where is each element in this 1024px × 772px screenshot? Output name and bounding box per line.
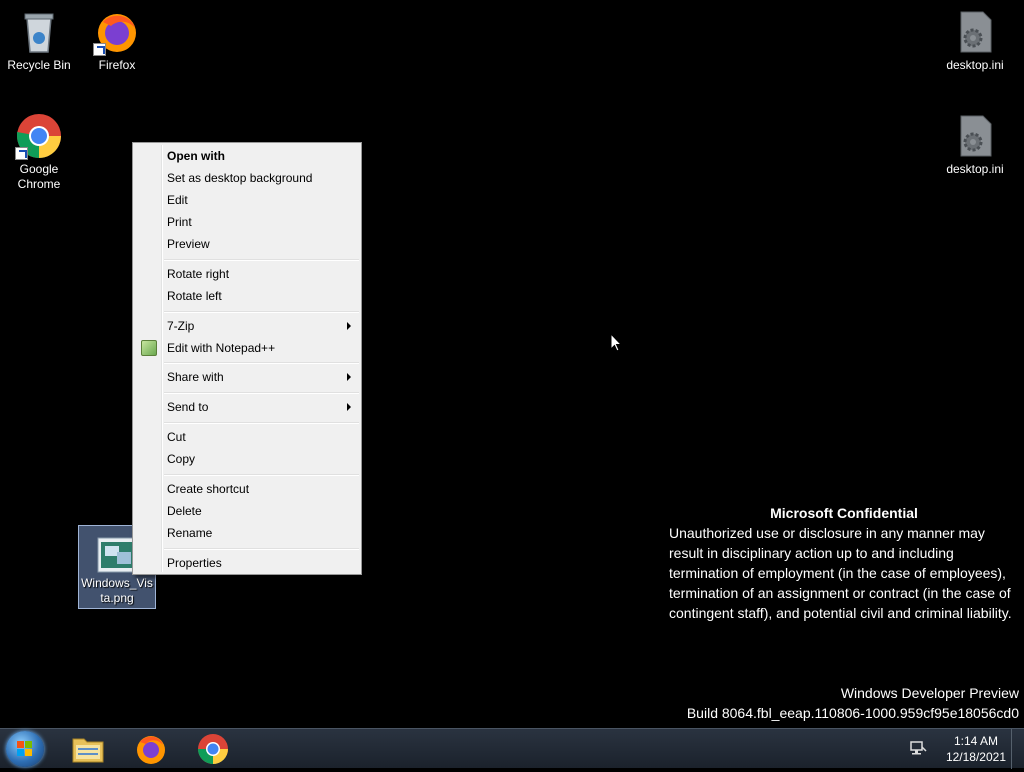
menu-item-edit[interactable]: Edit	[135, 189, 359, 211]
menu-item-open-with[interactable]: Open with	[135, 145, 359, 167]
desktop-icon-label: Recycle Bin	[7, 58, 71, 72]
shortcut-arrow-icon	[93, 43, 106, 56]
submenu-arrow-icon	[347, 322, 351, 330]
menu-separator	[164, 392, 359, 394]
menu-item-label: Edit with Notepad++	[167, 341, 276, 355]
desktop-icon-recycle-bin[interactable]: Recycle Bin	[1, 2, 77, 73]
firefox-icon	[137, 736, 165, 764]
menu-item-create-shortcut[interactable]: Create shortcut	[135, 478, 359, 500]
menu-separator	[164, 362, 359, 364]
taskbar-clock[interactable]: 1:14 AM 12/18/2021	[946, 733, 1006, 765]
desktop-icon-label: desktop.ini	[946, 162, 1004, 176]
menu-separator	[164, 311, 359, 313]
menu-item-label: Properties	[167, 556, 222, 570]
menu-item-cut[interactable]: Cut	[135, 426, 359, 448]
menu-item-delete[interactable]: Delete	[135, 500, 359, 522]
notepad-plus-plus-icon	[141, 340, 157, 356]
taskbar-chrome[interactable]	[189, 731, 237, 767]
mouse-cursor-icon	[610, 332, 624, 358]
menu-item-label: Rename	[167, 526, 213, 540]
menu-item-share-with[interactable]: Share with	[135, 366, 359, 388]
menu-separator	[164, 422, 359, 424]
desktop-icon-desktop-ini-1[interactable]: desktop.ini	[937, 2, 1013, 73]
menu-item-rotate-right[interactable]: Rotate right	[135, 263, 359, 285]
windows-logo-icon	[17, 741, 33, 757]
context-menu: Open with Set as desktop background Edit…	[132, 142, 362, 575]
submenu-arrow-icon	[347, 403, 351, 411]
menu-item-send-to[interactable]: Send to	[135, 396, 359, 418]
chrome-icon	[198, 734, 228, 765]
menu-item-label: Open with	[167, 149, 225, 163]
shortcut-arrow-icon	[15, 147, 28, 160]
menu-item-label: Send to	[167, 400, 209, 414]
menu-item-rename[interactable]: Rename	[135, 522, 359, 544]
build-info: Windows Developer Preview Build 8064.fbl…	[687, 683, 1019, 723]
menu-item-print[interactable]: Print	[135, 211, 359, 233]
desktop-icon-label: Windows_Vista.png	[81, 576, 153, 605]
start-button[interactable]	[6, 731, 44, 767]
taskbar-file-explorer[interactable]	[64, 731, 112, 767]
menu-item-label: Delete	[167, 504, 202, 518]
taskbar-firefox[interactable]	[127, 731, 175, 767]
recycle-bin-icon	[15, 8, 63, 56]
menu-separator	[164, 548, 359, 550]
desktop-icon-desktop-ini-2[interactable]: desktop.ini	[937, 106, 1013, 177]
desktop-icon-firefox[interactable]: Firefox	[79, 2, 155, 73]
confidential-title: Microsoft Confidential	[770, 505, 918, 521]
menu-item-label: Share with	[167, 370, 224, 384]
edition-label: Windows Developer Preview	[840, 685, 1019, 701]
menu-item-preview[interactable]: Preview	[135, 233, 359, 255]
menu-item-label: Set as desktop background	[167, 171, 313, 185]
submenu-arrow-icon	[347, 373, 351, 381]
desktop-icon-chrome[interactable]: Google Chrome	[1, 106, 77, 192]
chrome-icon	[15, 112, 63, 160]
menu-item-label: Rotate left	[167, 289, 222, 303]
menu-item-label: 7-Zip	[167, 319, 195, 333]
menu-item-properties[interactable]: Properties	[135, 552, 359, 574]
firefox-icon	[93, 8, 141, 56]
desktop-icon-label: Firefox	[98, 58, 136, 72]
menu-separator	[164, 474, 359, 476]
system-tray: 1:14 AM 12/18/2021	[909, 729, 1024, 769]
desktop-icon-label: desktop.ini	[946, 58, 1004, 72]
desktop-icon-label: Google Chrome	[17, 162, 61, 191]
menu-item-label: Preview	[167, 237, 210, 251]
menu-item-label: Edit	[167, 193, 188, 207]
build-label: Build 8064.fbl_eeap.110806-1000.959cf95e…	[686, 705, 1019, 721]
settings-file-icon	[951, 8, 999, 56]
confidential-notice: Microsoft Confidential Unauthorized use …	[669, 503, 1019, 623]
show-desktop-button[interactable]	[1011, 729, 1024, 769]
taskbar: 1:14 AM 12/18/2021	[0, 728, 1024, 769]
menu-item-edit-with-notepad[interactable]: Edit with Notepad++	[135, 337, 359, 359]
menu-item-set-desktop-background[interactable]: Set as desktop background	[135, 167, 359, 189]
menu-item-label: Create shortcut	[167, 482, 250, 496]
menu-item-label: Print	[167, 215, 192, 229]
image-file-icon	[97, 536, 137, 574]
menu-item-7-zip[interactable]: 7-Zip	[135, 315, 359, 337]
file-explorer-icon	[72, 738, 104, 763]
clock-time: 1:14 AM	[953, 734, 998, 748]
menu-item-label: Cut	[167, 430, 186, 444]
menu-item-label: Copy	[167, 452, 196, 466]
menu-item-label: Rotate right	[167, 267, 230, 281]
confidential-body: Unauthorized use or disclosure in any ma…	[669, 525, 1012, 621]
settings-file-icon	[951, 112, 999, 160]
menu-separator	[164, 259, 359, 261]
menu-item-copy[interactable]: Copy	[135, 448, 359, 470]
clock-date: 12/18/2021	[945, 750, 1006, 764]
menu-item-rotate-left[interactable]: Rotate left	[135, 285, 359, 307]
network-icon[interactable]	[909, 739, 927, 762]
